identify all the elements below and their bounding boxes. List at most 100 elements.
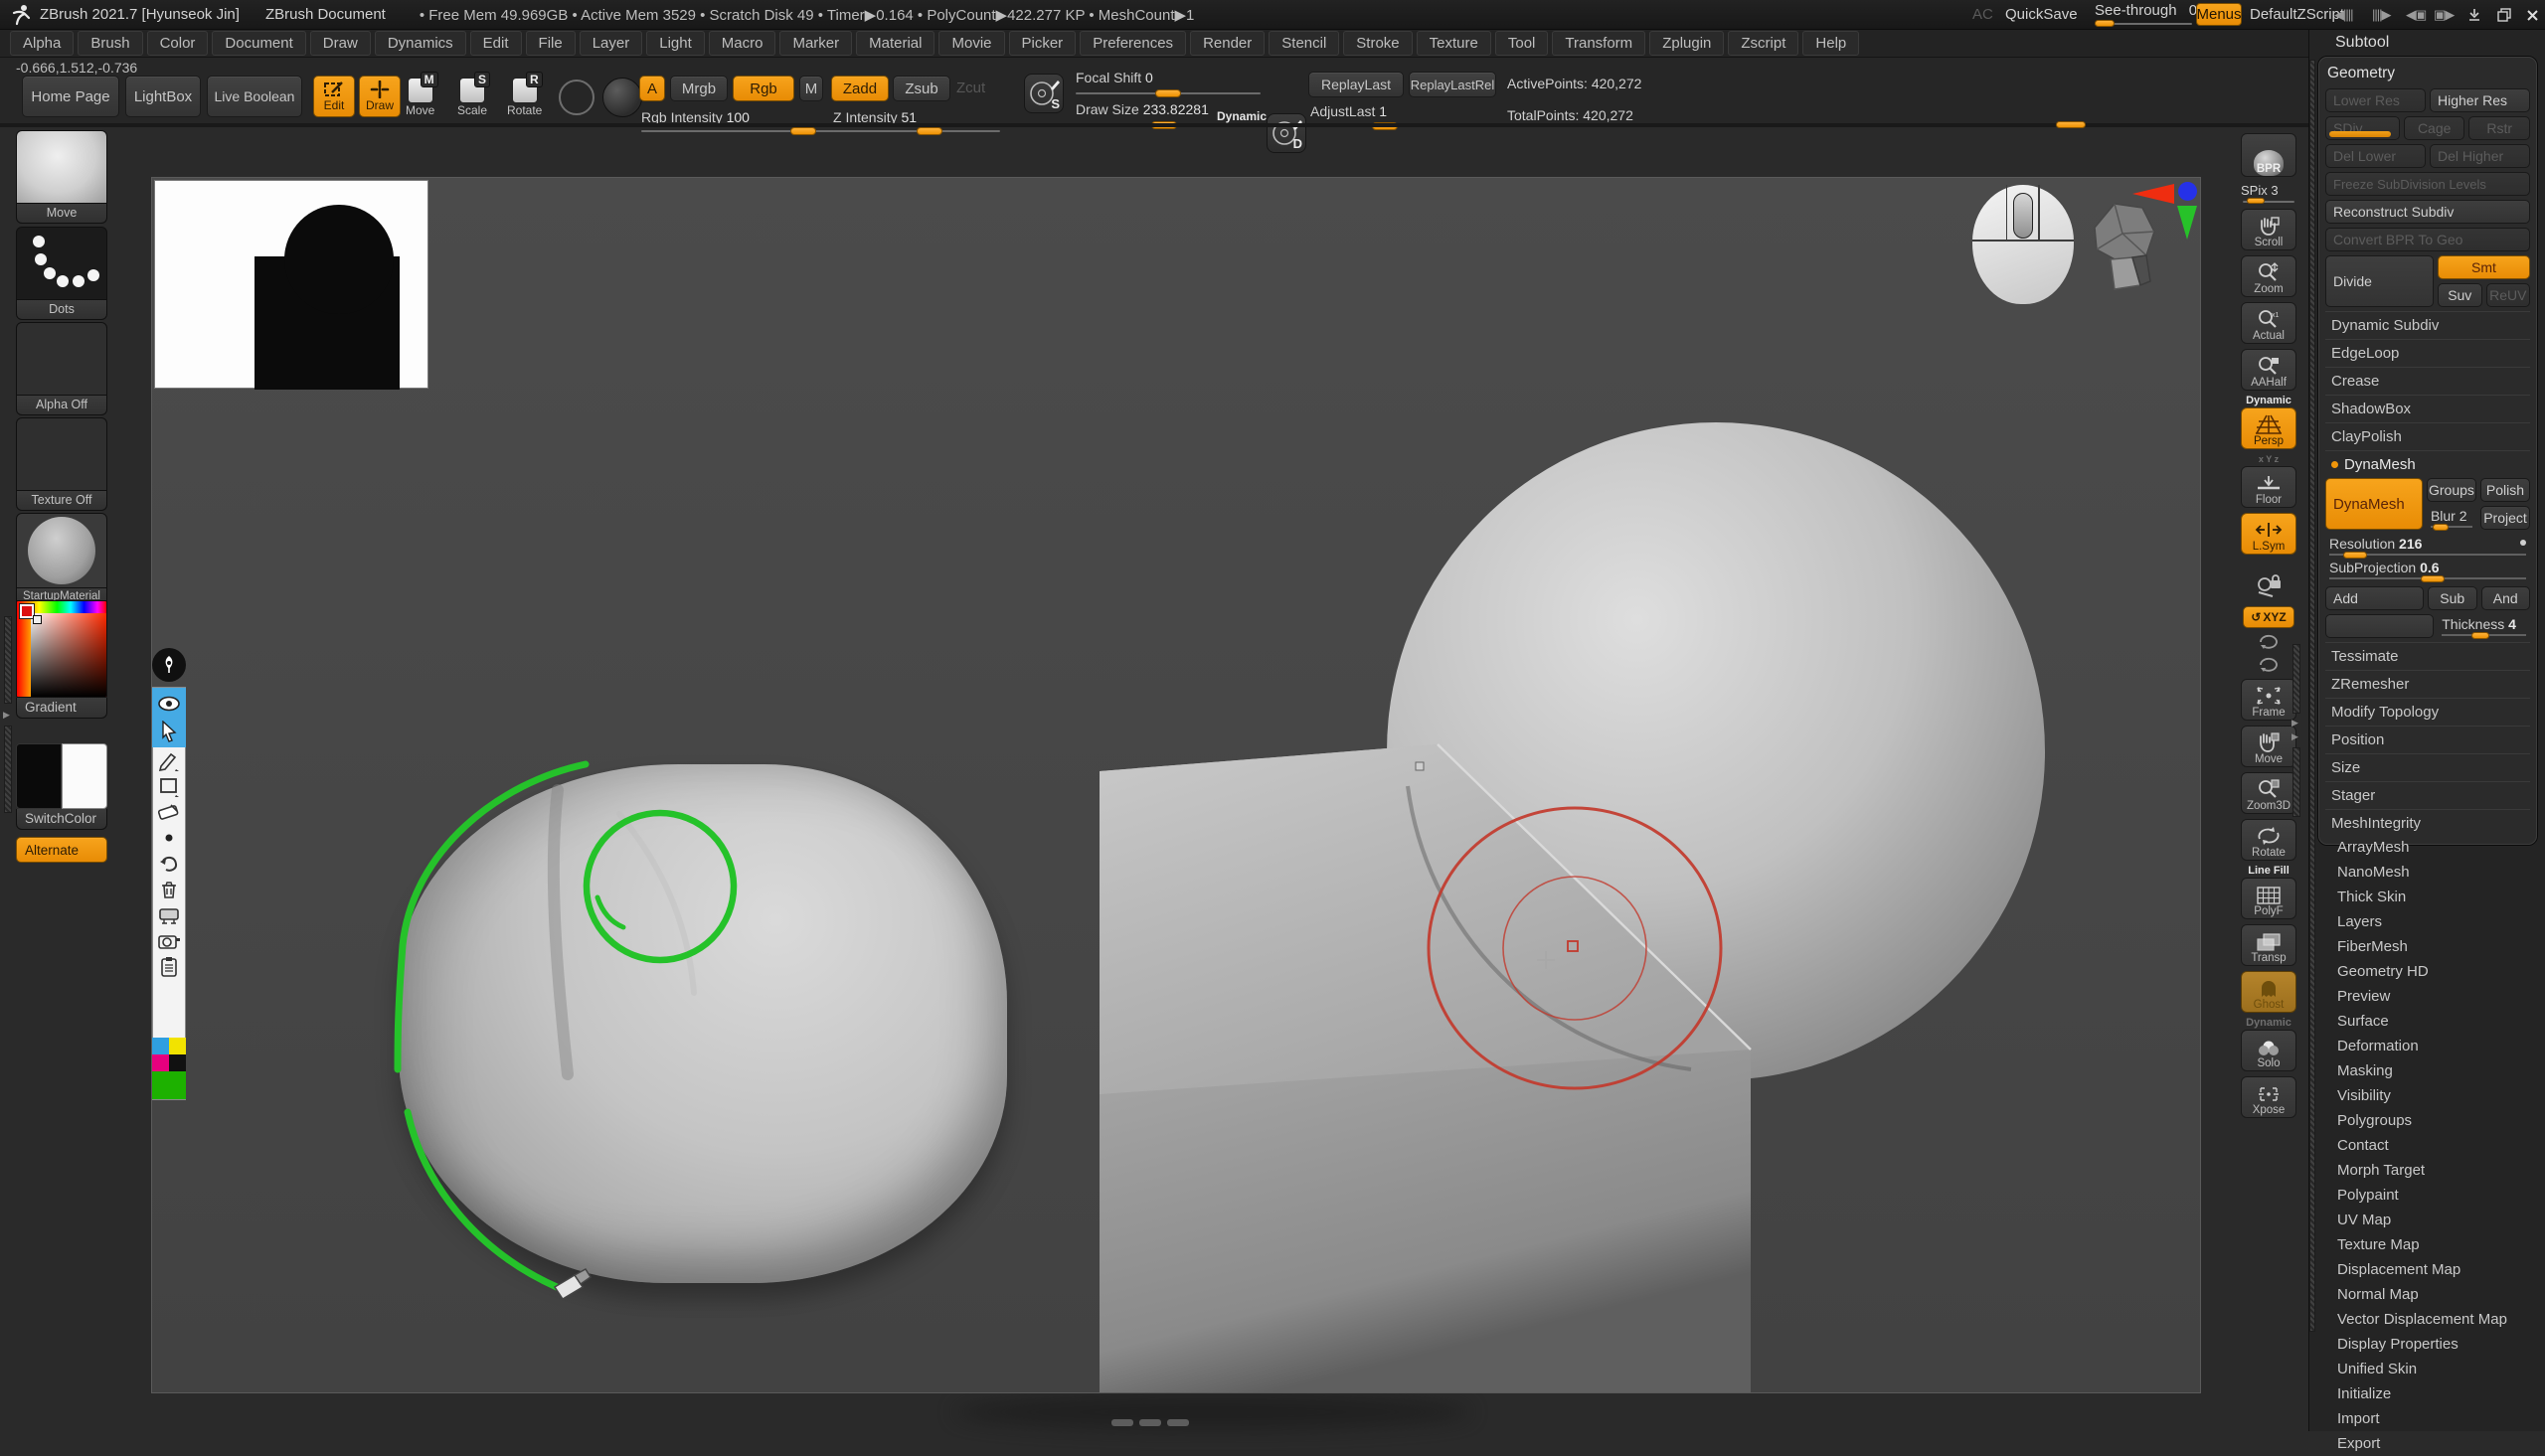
freeze-subdivision-button[interactable]: Freeze SubDivision Levels [2325,172,2530,196]
menu-item-brush[interactable]: Brush [78,31,142,56]
g-section-claypolish[interactable]: ClayPolish [2325,422,2530,450]
suv-button[interactable]: Suv [2438,283,2482,307]
rstr-button[interactable]: Rstr [2468,116,2530,140]
ghost-button[interactable]: Ghost [2241,971,2296,1013]
eraser-tool-icon[interactable] [156,799,182,825]
menu-item-marker[interactable]: Marker [779,31,852,56]
menu-item-movie[interactable]: Movie [938,31,1004,56]
zoom-button[interactable]: Zoom [2241,255,2296,297]
axis-z-icon[interactable] [2178,182,2197,201]
tp-item-preview[interactable]: Preview [2317,984,2538,1009]
tp-item-arraymesh[interactable]: ArrayMesh [2317,835,2538,860]
add-button[interactable]: Add [2325,586,2424,610]
tp-item-layers[interactable]: Layers [2317,909,2538,934]
camera-icon[interactable] [156,928,182,954]
menu-item-file[interactable]: File [526,31,576,56]
axis-x-icon[interactable] [2132,184,2174,204]
current-brush[interactable]: Move [16,130,107,224]
main-color-swatch[interactable] [16,743,62,809]
rotate3d-button[interactable]: Rotate [2241,819,2296,861]
menu-item-light[interactable]: Light [646,31,705,56]
del-higher-button[interactable]: Del Higher [2430,144,2530,168]
g-section-stager[interactable]: Stager [2325,781,2530,809]
g-section-crease[interactable]: Crease [2325,367,2530,395]
switch-color[interactable]: SwitchColor [16,743,107,830]
frame-button[interactable]: Frame [2241,679,2296,721]
dynamesh-section-header[interactable]: DynaMesh [2325,450,2530,478]
xyz-rotate-button[interactable]: ↺XYZ [2243,606,2294,628]
stroke-type[interactable]: Dots [16,227,107,320]
tp-item-display-properties[interactable]: Display Properties [2317,1332,2538,1357]
select-cursor-icon[interactable] [156,719,182,744]
menu-item-alpha[interactable]: Alpha [10,31,74,56]
left-tray-scroll-arrow[interactable]: ▶ [3,710,10,721]
next-window-icon[interactable]: ▣▶ [2434,7,2454,23]
spin-z-icon[interactable] [2258,656,2280,674]
polyframe-button[interactable]: PolyF [2241,878,2296,919]
tp-item-unified-skin[interactable]: Unified Skin [2317,1357,2538,1381]
del-lower-button[interactable]: Del Lower [2325,144,2426,168]
shelf-scrollbar[interactable] [2292,644,2300,714]
stroke-d-icon[interactable]: D [1267,113,1306,153]
resolution-slider[interactable]: Resolution 216 [2325,534,2530,558]
replay-last-rel-button[interactable]: ReplayLastRel [1409,72,1496,97]
local-symmetry-button[interactable]: L.Sym [2241,513,2296,555]
reconstruct-subdiv-button[interactable]: Reconstruct Subdiv [2325,200,2530,224]
tp-item-geometry-hd[interactable]: Geometry HD [2317,959,2538,984]
zcut-button[interactable]: Zcut [956,80,985,96]
tp-item-visibility[interactable]: Visibility [2317,1083,2538,1108]
g-section-size[interactable]: Size [2325,753,2530,781]
convert-bpr-button[interactable]: Convert BPR To Geo [2325,228,2530,251]
tp-item-normal-map[interactable]: Normal Map [2317,1282,2538,1307]
draw-size-slider[interactable]: Draw Size 233.82281 [1076,101,1209,117]
divide-button[interactable]: Divide [2325,255,2434,307]
zadd-button[interactable]: Zadd [831,76,889,101]
scroll-button[interactable]: Scroll [2241,209,2296,250]
menu-item-draw[interactable]: Draw [310,31,371,56]
axis-y-icon[interactable] [2177,206,2197,240]
tp-item-vector-displacement-map[interactable]: Vector Displacement Map [2317,1307,2538,1332]
dynamic-solo-label[interactable]: Dynamic [2246,1018,2291,1029]
focal-shift-slider[interactable]: Focal Shift 0 [1076,70,1153,85]
edit-button[interactable]: Edit [313,76,355,117]
zoom3d-button[interactable]: Zoom3D [2241,772,2296,814]
material-sphere-icon[interactable] [559,80,594,115]
replay-last-button[interactable]: ReplayLast [1308,72,1404,97]
menu-item-macro[interactable]: Macro [709,31,776,56]
canvas-hscroll-dash[interactable] [1167,1419,1189,1426]
rectangle-tool-icon[interactable] [156,773,182,799]
g-section-tessimate[interactable]: Tessimate [2325,642,2530,670]
tp-item-thick-skin[interactable]: Thick Skin [2317,885,2538,909]
solo-button[interactable]: Solo [2241,1030,2296,1071]
menu-item-texture[interactable]: Texture [1417,31,1491,56]
project-button[interactable]: Project [2480,506,2530,530]
menu-item-picker[interactable]: Picker [1009,31,1077,56]
menu-item-transform[interactable]: Transform [1552,31,1645,56]
tp-item-masking[interactable]: Masking [2317,1058,2538,1083]
menu-item-color[interactable]: Color [147,31,209,56]
live-boolean-button[interactable]: Live Boolean [207,76,302,117]
scale-gizmo-button[interactable]: SScale [457,78,487,117]
projector-icon[interactable] [156,902,182,928]
default-zscript-button[interactable]: DefaultZScript [2250,6,2344,23]
g-section-shadowbox[interactable]: ShadowBox [2325,395,2530,422]
menu-item-preferences[interactable]: Preferences [1080,31,1186,56]
dynamic-label[interactable]: Dynamic [1217,109,1267,123]
menu-item-stroke[interactable]: Stroke [1343,31,1412,56]
move3d-button[interactable]: Move [2241,726,2296,767]
tp-item-contact[interactable]: Contact [2317,1133,2538,1158]
aahalf-button[interactable]: AAHalf [2241,349,2296,391]
tp-item-displacement-map[interactable]: Displacement Map [2317,1257,2538,1282]
lightbox-button[interactable]: LightBox [125,76,201,117]
tp-item-uv-map[interactable]: UV Map [2317,1208,2538,1232]
geometry-section-header[interactable]: Geometry [2325,63,2530,88]
blur-slider[interactable]: Blur 2 [2427,506,2476,530]
close-icon[interactable] [2519,5,2545,25]
tp-item-polypaint[interactable]: Polypaint [2317,1183,2538,1208]
menu-item-render[interactable]: Render [1190,31,1265,56]
anchor-a-button[interactable]: A [639,76,665,101]
alpha-selector[interactable]: Alpha Off [16,322,107,415]
g-section-position[interactable]: Position [2325,726,2530,753]
texture-selector[interactable]: Texture Off [16,417,107,511]
left-tray-scrollbar[interactable] [4,616,12,704]
